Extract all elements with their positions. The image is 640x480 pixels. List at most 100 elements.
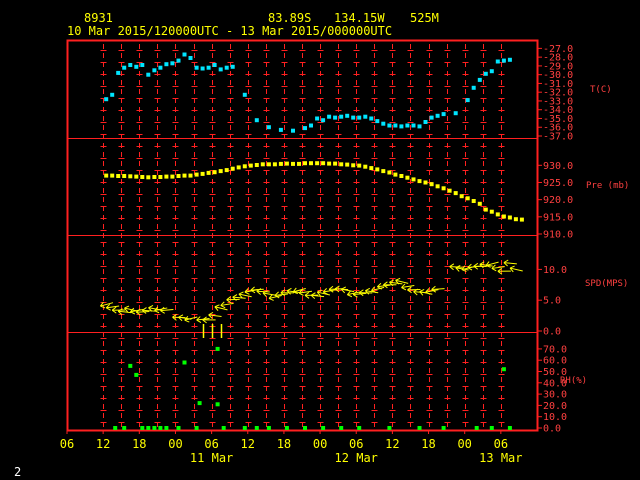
humidity-point bbox=[176, 426, 181, 430]
time-range: 10 Mar 2015/120000UTC - 13 Mar 2015/0000… bbox=[67, 24, 393, 38]
temperature-point bbox=[495, 59, 500, 64]
pressure-point bbox=[266, 162, 271, 167]
pressure-point bbox=[339, 162, 344, 167]
x-tick-label: 00 bbox=[313, 437, 327, 451]
wind-tick-label: 10.0 bbox=[543, 265, 567, 276]
pressure-point bbox=[278, 161, 283, 166]
x-tick-label: 06 bbox=[494, 437, 508, 451]
x-tick-label: 06 bbox=[349, 437, 363, 451]
humidity-point bbox=[146, 426, 151, 430]
humidity-point bbox=[221, 426, 226, 430]
pressure-point bbox=[309, 161, 313, 166]
humidity-point bbox=[197, 401, 202, 406]
humidity-point bbox=[357, 426, 362, 430]
temperature-point bbox=[188, 56, 193, 60]
temperature-point bbox=[435, 113, 440, 118]
pressure-point bbox=[411, 177, 416, 182]
pressure-point bbox=[333, 161, 338, 166]
pressure-point bbox=[363, 164, 368, 169]
pressure-point bbox=[471, 199, 476, 203]
pressure-point bbox=[230, 166, 235, 171]
pressure-point bbox=[315, 161, 320, 166]
pressure-point bbox=[218, 169, 223, 174]
temperature-point bbox=[507, 57, 512, 62]
humidity-point bbox=[507, 426, 512, 430]
humidity-point bbox=[215, 402, 220, 407]
temperature-point bbox=[230, 64, 235, 69]
temperature-point bbox=[411, 123, 416, 128]
wind-arrow-shaft bbox=[136, 311, 150, 313]
humidity-point bbox=[140, 426, 145, 430]
humidity-point bbox=[152, 426, 157, 430]
temperature-point bbox=[465, 98, 470, 103]
pressure-point bbox=[140, 175, 145, 179]
pressure-point bbox=[200, 171, 205, 176]
temperature-point bbox=[170, 61, 175, 66]
pressure-point bbox=[447, 188, 452, 193]
temperature-point bbox=[278, 127, 283, 132]
pressure-point bbox=[429, 182, 434, 187]
temperature-point bbox=[441, 112, 446, 117]
x-tick-label: 18 bbox=[421, 437, 435, 451]
temperature-point bbox=[315, 116, 320, 121]
pressure-point bbox=[158, 175, 163, 179]
pressure-point bbox=[423, 180, 428, 185]
x-day-label: 13 Mar bbox=[479, 451, 522, 465]
pressure-tick-label: 915.0 bbox=[543, 212, 573, 223]
temperature-point bbox=[381, 121, 386, 126]
pressure-point bbox=[465, 196, 470, 201]
temperature-point bbox=[321, 118, 326, 123]
temperature-point bbox=[122, 65, 127, 70]
station-lon: 134.15W bbox=[334, 11, 385, 25]
temperature-point bbox=[399, 124, 404, 129]
humidity-tick-label: 10.0 bbox=[543, 412, 567, 423]
temperature-point bbox=[140, 63, 145, 67]
temperature-point bbox=[254, 118, 259, 123]
pressure-point bbox=[393, 172, 398, 177]
temperature-point bbox=[176, 58, 181, 63]
humidity-point bbox=[303, 426, 307, 430]
page-number: 2 bbox=[14, 465, 22, 479]
pressure-point bbox=[104, 173, 109, 178]
pressure-tick-label: 910.0 bbox=[543, 230, 573, 241]
pressure-point bbox=[399, 174, 404, 178]
humidity-point bbox=[387, 426, 392, 430]
temperature-point bbox=[218, 67, 223, 72]
temperature-point bbox=[417, 124, 422, 129]
wind-arrow-shaft bbox=[256, 290, 270, 293]
humidity-point bbox=[113, 426, 118, 430]
humidity-tick-label: 20.0 bbox=[543, 401, 567, 412]
wind-tick-label: 5.0 bbox=[543, 296, 561, 307]
pressure-tick-label: 930.0 bbox=[543, 161, 573, 172]
pressure-label: Pre (mb) bbox=[586, 181, 630, 191]
humidity-point bbox=[164, 426, 169, 430]
temperature-point bbox=[158, 65, 163, 70]
temperature-point bbox=[152, 68, 157, 73]
temperature-point bbox=[303, 126, 307, 131]
humidity-tick-label: 70.0 bbox=[543, 344, 567, 355]
temperature-point bbox=[224, 65, 229, 70]
temperature-point bbox=[182, 52, 187, 57]
temperature-point bbox=[369, 116, 374, 121]
temperature-point bbox=[387, 123, 392, 128]
pressure-point bbox=[297, 161, 301, 166]
wind-tick-label: 0.0 bbox=[543, 327, 561, 338]
x-day-label: 11 Mar bbox=[190, 451, 233, 465]
temperature-point bbox=[206, 65, 211, 70]
temperature-point bbox=[200, 66, 205, 71]
pressure-point bbox=[321, 161, 326, 166]
pressure-point bbox=[345, 162, 350, 167]
humidity-point bbox=[321, 426, 326, 430]
pressure-point bbox=[128, 174, 133, 179]
pressure-point bbox=[272, 162, 277, 167]
pressure-point bbox=[212, 170, 217, 175]
temperature-point bbox=[471, 85, 476, 90]
pressure-point bbox=[260, 162, 265, 167]
humidity-point bbox=[441, 426, 446, 430]
humidity-point bbox=[254, 426, 259, 430]
pressure-point bbox=[459, 194, 464, 199]
temperature-point bbox=[477, 77, 482, 82]
x-tick-label: 12 bbox=[385, 437, 399, 451]
temperature-point bbox=[266, 125, 271, 130]
station-id: 8931 bbox=[84, 11, 113, 25]
